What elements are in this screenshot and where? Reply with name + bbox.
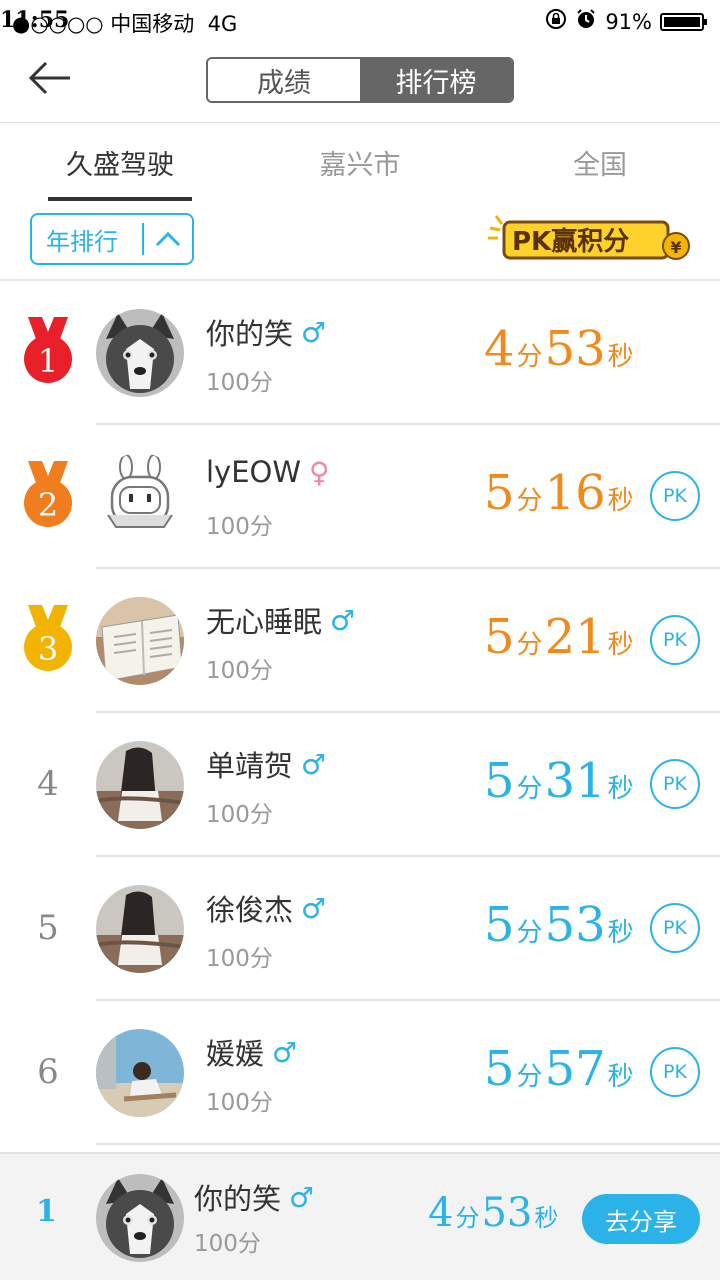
my-rank-number: 1: [36, 1194, 57, 1229]
male-icon: ♂: [272, 1035, 298, 1069]
completion-time: 5 分 57 秒: [484, 1041, 634, 1097]
segment-score[interactable]: 成绩: [208, 59, 360, 101]
banner-coin: ¥: [670, 238, 681, 257]
user-avatar[interactable]: [96, 885, 184, 973]
ranking-row[interactable]: 5 徐俊杰 ♂ 100分 5 分 53 秒 PK: [0, 857, 720, 1001]
segment-control: 成绩 排行榜: [206, 57, 514, 103]
completion-time: 4 分 53 秒: [484, 321, 634, 377]
user-name: 徐俊杰 ♂: [206, 891, 327, 928]
ranking-row[interactable]: 1 你的笑 ♂ 100分 4 分 53 秒: [0, 281, 720, 425]
completion-time: 5 分 21 秒: [484, 609, 634, 665]
back-button[interactable]: [26, 58, 74, 98]
alarm-icon: [575, 8, 597, 35]
user-avatar[interactable]: [96, 597, 184, 685]
rank-number: 6: [37, 1052, 59, 1092]
user-avatar[interactable]: [96, 1029, 184, 1117]
pk-button[interactable]: PK: [650, 471, 700, 521]
male-icon: ♂: [301, 747, 327, 781]
my-points: 100分: [194, 1231, 261, 1257]
male-icon: ♂: [330, 603, 356, 637]
status-bar: ●○○○○ 中国移动 4G 11:55 91%: [0, 0, 720, 40]
user-avatar[interactable]: [96, 453, 184, 541]
male-icon: ♂: [301, 891, 327, 925]
user-avatar[interactable]: [96, 309, 184, 397]
ranking-row[interactable]: 4 单靖贺 ♂ 100分 5 分 31 秒 PK: [0, 713, 720, 857]
period-filter-label: 年排行: [46, 227, 118, 256]
user-name: 单靖贺 ♂: [206, 747, 327, 784]
pk-button[interactable]: PK: [650, 759, 700, 809]
battery-percent: 91%: [605, 9, 652, 34]
rank-badge: 1: [20, 317, 76, 387]
user-points: 100分: [206, 514, 273, 540]
user-avatar[interactable]: [96, 741, 184, 829]
user-points: 100分: [206, 370, 273, 396]
orientation-lock-icon: [545, 8, 567, 35]
rank-badge: 6: [20, 1037, 76, 1107]
female-icon: ♀: [309, 455, 330, 489]
my-rank-bar: 1 你的笑 ♂ 100分 4 分 53 秒 去分享: [0, 1152, 720, 1280]
user-name: lyEOW ♀: [206, 455, 330, 489]
user-name: 无心睡眠 ♂: [206, 603, 356, 640]
completion-time: 5 分 53 秒: [484, 897, 634, 953]
my-name: 你的笑 ♂: [194, 1180, 315, 1217]
rank-medal-icon: 3: [24, 605, 72, 671]
rank-badge: 5: [20, 893, 76, 963]
period-filter-dropdown[interactable]: 年排行: [30, 213, 194, 265]
pk-button[interactable]: PK: [650, 1047, 700, 1097]
rank-badge: 2: [20, 461, 76, 531]
rank-number: 4: [37, 764, 59, 804]
user-points: 100分: [206, 1090, 273, 1116]
svg-text:3: 3: [38, 630, 58, 668]
user-points: 100分: [206, 946, 273, 972]
rank-badge: 4: [20, 749, 76, 819]
rank-number: 5: [37, 908, 59, 948]
tab-national[interactable]: 全国: [540, 123, 660, 201]
completion-time: 5 分 16 秒: [484, 465, 634, 521]
svg-text:2: 2: [38, 486, 58, 524]
male-icon: ♂: [301, 315, 327, 349]
tab-school[interactable]: 久盛驾驶: [48, 123, 192, 201]
battery-icon: [660, 12, 707, 31]
nav-bar: 成绩 排行榜: [0, 40, 720, 123]
completion-time: 5 分 31 秒: [484, 753, 634, 809]
tab-city[interactable]: 嘉兴市: [300, 123, 420, 201]
pk-earn-points-banner[interactable]: PK赢积分 ¥: [484, 210, 698, 266]
rank-badge: 3: [20, 605, 76, 675]
ranking-row[interactable]: 3 无心睡眠 ♂ 100分 5 分 21 秒 PK: [0, 569, 720, 713]
ranking-row[interactable]: 2 lyEOW ♀ 100分 5 分 16 秒 PK: [0, 425, 720, 569]
user-name: 你的笑 ♂: [206, 315, 327, 352]
share-button[interactable]: 去分享: [582, 1194, 700, 1244]
rank-medal-icon: 1: [24, 317, 72, 383]
male-icon: ♂: [289, 1180, 315, 1214]
svg-text:1: 1: [38, 342, 58, 380]
pk-button[interactable]: PK: [650, 615, 700, 665]
back-arrow-icon: [28, 61, 70, 95]
user-name: 媛媛 ♂: [206, 1035, 298, 1072]
banner-text: PK赢积分: [512, 226, 629, 257]
region-tabs: 久盛驾驶 嘉兴市 全国: [0, 123, 720, 201]
ranking-row[interactable]: 6 媛媛 ♂ 100分 5 分 57 秒 PK: [0, 1001, 720, 1145]
chevron-up-icon: [144, 230, 192, 248]
my-avatar[interactable]: [96, 1174, 184, 1262]
my-time: 4 分 53 秒: [428, 1190, 559, 1236]
rank-medal-icon: 2: [24, 461, 72, 527]
user-points: 100分: [206, 802, 273, 828]
pk-button[interactable]: PK: [650, 903, 700, 953]
user-points: 100分: [206, 658, 273, 684]
segment-leaderboard[interactable]: 排行榜: [360, 59, 512, 101]
